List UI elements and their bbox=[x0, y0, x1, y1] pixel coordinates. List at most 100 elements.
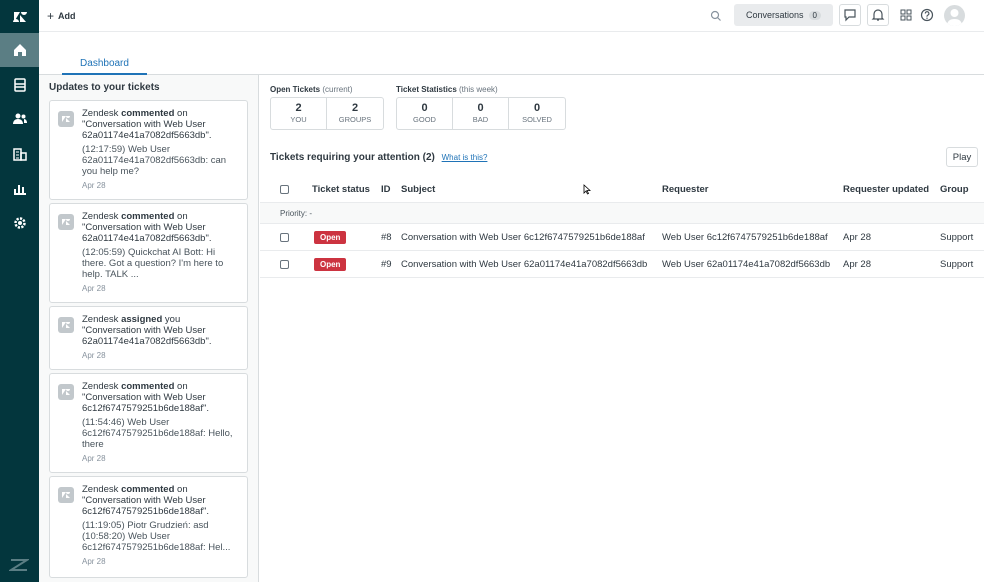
ticket-requester-updated: Apr 28 bbox=[843, 224, 871, 250]
ticket-statistics-title: Ticket Statistics bbox=[396, 85, 457, 94]
header-group[interactable]: Group bbox=[940, 176, 969, 202]
updates-panel: Updates to your tickets Zendesk commente… bbox=[39, 75, 259, 582]
ticket-requester[interactable]: Web User 62a01174e41a7082df5663db bbox=[662, 251, 830, 277]
ticket-subject[interactable]: Conversation with Web User 62a01174e41a7… bbox=[401, 251, 647, 277]
sidebar bbox=[0, 0, 39, 582]
zendesk-logo-icon[interactable] bbox=[0, 0, 39, 34]
reporting-icon[interactable] bbox=[0, 171, 39, 205]
update-message: (11:19:05) Piotr Grudzień: asd (10:58:20… bbox=[82, 520, 239, 553]
update-date: Apr 28 bbox=[82, 180, 239, 191]
ticket-subject[interactable]: Conversation with Web User 6c12f67475792… bbox=[401, 224, 645, 250]
conversations-count-badge: 0 bbox=[809, 11, 821, 20]
update-action: commented bbox=[121, 381, 174, 392]
stat-bad-value: 0 bbox=[453, 102, 508, 114]
zendesk-app-icon bbox=[58, 214, 74, 230]
organizations-icon[interactable] bbox=[0, 137, 39, 171]
status-badge: Open bbox=[314, 231, 346, 244]
header-requester[interactable]: Requester bbox=[662, 176, 708, 202]
ticket-statistics-label: Ticket Statistics (this week) bbox=[396, 85, 566, 94]
header-ticket-status[interactable]: Ticket status bbox=[312, 176, 370, 202]
update-card[interactable]: Zendesk commented on "Conversation with … bbox=[49, 100, 248, 200]
open-tickets-qualifier: (current) bbox=[322, 85, 352, 94]
home-icon[interactable] bbox=[0, 33, 39, 67]
header-subject[interactable]: Subject bbox=[401, 176, 435, 202]
priority-label: Priority: - bbox=[280, 203, 312, 223]
ticket-statistics-group: Ticket Statistics (this week) 0GOOD 0BAD… bbox=[396, 85, 566, 130]
stat-solved[interactable]: 0SOLVED bbox=[509, 98, 565, 129]
table-row[interactable]: Open #8 Conversation with Web User 6c12f… bbox=[260, 224, 984, 251]
stat-solved-value: 0 bbox=[509, 102, 565, 114]
row-checkbox[interactable] bbox=[280, 233, 289, 242]
help-button[interactable] bbox=[916, 4, 938, 26]
customers-icon[interactable] bbox=[0, 102, 39, 136]
update-date: Apr 28 bbox=[82, 350, 239, 361]
notifications-button[interactable] bbox=[867, 4, 889, 26]
stat-good[interactable]: 0GOOD bbox=[397, 98, 453, 129]
update-message: (12:05:59) Quickchat AI Bott: Hi there. … bbox=[82, 247, 239, 280]
select-all-checkbox[interactable] bbox=[280, 185, 289, 194]
update-card[interactable]: Zendesk assigned you "Conversation with … bbox=[49, 306, 248, 370]
row-checkbox[interactable] bbox=[280, 260, 289, 269]
add-button[interactable]: + Add bbox=[47, 9, 76, 23]
chat-bubble-icon bbox=[843, 8, 857, 22]
open-tickets-stats: 2YOU 2GROUPS bbox=[270, 97, 384, 130]
ticket-statistics-qualifier: (this week) bbox=[459, 85, 498, 94]
views-icon[interactable] bbox=[0, 68, 39, 102]
ticket-id: #8 bbox=[381, 224, 392, 250]
stat-you-value: 2 bbox=[271, 102, 326, 114]
ticket-group: Support bbox=[940, 224, 973, 250]
tab-dashboard[interactable]: Dashboard bbox=[62, 54, 147, 75]
plus-icon: + bbox=[47, 9, 54, 23]
products-button[interactable] bbox=[895, 4, 917, 26]
attention-heading: Tickets requiring your attention (2) Wha… bbox=[270, 152, 487, 163]
stat-you[interactable]: 2YOU bbox=[271, 98, 327, 129]
header-requester-updated[interactable]: Requester updated bbox=[843, 176, 929, 202]
mouse-cursor-icon bbox=[583, 184, 591, 195]
stat-bad-label: BAD bbox=[453, 115, 508, 124]
update-message: (11:54:46) Web User 6c12f6747579251b6de1… bbox=[82, 417, 239, 450]
play-button[interactable]: Play bbox=[946, 147, 978, 167]
update-actor: Zendesk bbox=[82, 314, 118, 325]
zendesk-wordmark-icon bbox=[9, 558, 29, 572]
ticket-group: Support bbox=[940, 251, 973, 277]
update-date: Apr 28 bbox=[82, 283, 239, 294]
stat-groups[interactable]: 2GROUPS bbox=[327, 98, 383, 129]
ticket-statistics-stats: 0GOOD 0BAD 0SOLVED bbox=[396, 97, 566, 130]
zendesk-app-icon bbox=[58, 384, 74, 400]
update-action: commented bbox=[121, 108, 174, 119]
stat-good-label: GOOD bbox=[397, 115, 452, 124]
update-card[interactable]: Zendesk commented on "Conversation with … bbox=[49, 203, 248, 303]
zendesk-app-icon bbox=[58, 487, 74, 503]
product-grid-icon bbox=[899, 8, 913, 22]
help-icon bbox=[920, 8, 934, 22]
update-card[interactable]: Zendesk commented on "Conversation with … bbox=[49, 476, 248, 578]
update-date: Apr 28 bbox=[82, 556, 239, 567]
update-card[interactable]: Zendesk commented on "Conversation with … bbox=[49, 373, 248, 473]
update-actor: Zendesk bbox=[82, 211, 118, 222]
user-avatar[interactable] bbox=[944, 5, 965, 26]
top-bar: + Add Conversations 0 bbox=[39, 0, 984, 32]
zendesk-app-icon bbox=[58, 111, 74, 127]
stat-you-label: YOU bbox=[271, 115, 326, 124]
open-tickets-group: Open Tickets (current) 2YOU 2GROUPS bbox=[270, 85, 384, 130]
chat-button[interactable] bbox=[839, 4, 861, 26]
zendesk-app-icon bbox=[58, 317, 74, 333]
update-action: commented bbox=[121, 484, 174, 495]
tickets-table: Ticket status ID Subject Requester Reque… bbox=[260, 176, 984, 278]
ticket-requester[interactable]: Web User 6c12f6747579251b6de188af bbox=[662, 224, 828, 250]
search-icon[interactable] bbox=[709, 9, 723, 23]
update-message: (12:17:59) Web User 62a01174e41a7082df56… bbox=[82, 144, 239, 177]
conversations-button[interactable]: Conversations 0 bbox=[734, 4, 833, 26]
stat-bad[interactable]: 0BAD bbox=[453, 98, 509, 129]
tab-bar: Dashboard bbox=[39, 33, 984, 75]
table-row[interactable]: Open #9 Conversation with Web User 62a01… bbox=[260, 251, 984, 278]
priority-group-row: Priority: - bbox=[260, 203, 984, 224]
stat-solved-label: SOLVED bbox=[509, 115, 565, 124]
bell-icon bbox=[871, 8, 885, 22]
main-panel: Open Tickets (current) 2YOU 2GROUPS Tick… bbox=[260, 75, 984, 582]
admin-gear-icon[interactable] bbox=[0, 206, 39, 240]
updates-title: Updates to your tickets bbox=[39, 75, 258, 100]
what-is-this-link[interactable]: What is this? bbox=[442, 153, 488, 162]
stat-groups-label: GROUPS bbox=[327, 115, 383, 124]
header-id[interactable]: ID bbox=[381, 176, 391, 202]
